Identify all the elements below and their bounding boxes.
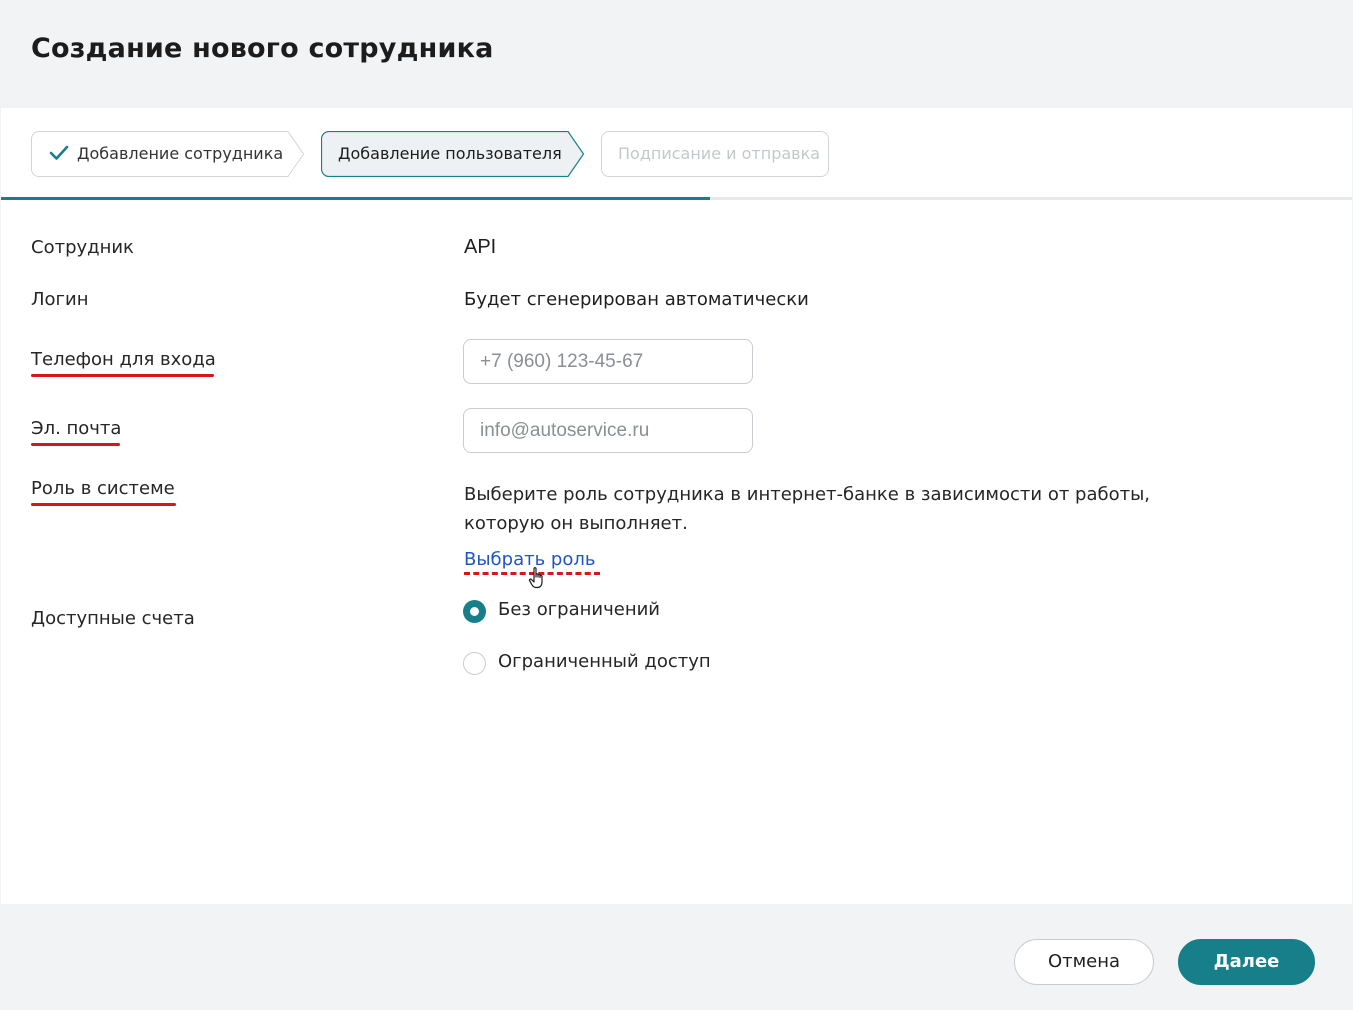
role-description: Выберите роль сотрудника в интернет-банк… bbox=[464, 484, 1151, 534]
email-label: Эл. почта bbox=[31, 418, 122, 439]
employee-value: API bbox=[464, 236, 497, 258]
radio-limited-label[interactable]: Ограниченный доступ bbox=[498, 651, 711, 672]
dialog-header: Создание нового сотрудника bbox=[0, 0, 1353, 108]
step-add-user[interactable]: Добавление пользователя bbox=[321, 131, 585, 177]
cancel-button[interactable]: Отмена bbox=[1014, 939, 1154, 985]
phone-input[interactable]: +7 (960) 123-45-67 bbox=[463, 339, 753, 384]
step-label: Подписание и отправка bbox=[618, 144, 821, 163]
page-title: Создание нового сотрудника bbox=[31, 33, 494, 64]
radio-unlimited-label[interactable]: Без ограничений bbox=[498, 599, 660, 620]
step-progress-bar bbox=[1, 197, 1352, 200]
dialog-body: Добавление сотрудника Добавление пользов… bbox=[1, 108, 1352, 904]
step-add-employee[interactable]: Добавление сотрудника bbox=[31, 131, 305, 177]
login-label: Логин bbox=[31, 289, 89, 310]
annotation-underline bbox=[31, 503, 176, 506]
step-progress-fill bbox=[1, 197, 711, 200]
email-input[interactable]: info@autoservice.ru bbox=[463, 408, 753, 453]
step-label: Добавление сотрудника bbox=[77, 144, 284, 163]
step-label: Добавление пользователя bbox=[338, 144, 562, 163]
employee-label: Сотрудник bbox=[31, 237, 134, 258]
next-button[interactable]: Далее bbox=[1178, 939, 1315, 985]
step-sign-and-send: Подписание и отправка bbox=[601, 131, 829, 177]
accounts-label: Доступные счета bbox=[31, 608, 195, 629]
dialog-footer: Отмена Далее bbox=[0, 904, 1353, 1010]
login-value: Будет сгенерирован автоматически bbox=[464, 289, 809, 310]
radio-unlimited[interactable] bbox=[463, 600, 486, 623]
role-label: Роль в системе bbox=[31, 478, 175, 499]
hand-cursor-icon bbox=[528, 567, 543, 589]
phone-label: Телефон для входа bbox=[31, 349, 216, 370]
checkmark-icon bbox=[49, 145, 69, 160]
annotation-underline bbox=[31, 374, 214, 377]
annotation-underline bbox=[31, 443, 120, 446]
radio-limited[interactable] bbox=[463, 652, 486, 675]
